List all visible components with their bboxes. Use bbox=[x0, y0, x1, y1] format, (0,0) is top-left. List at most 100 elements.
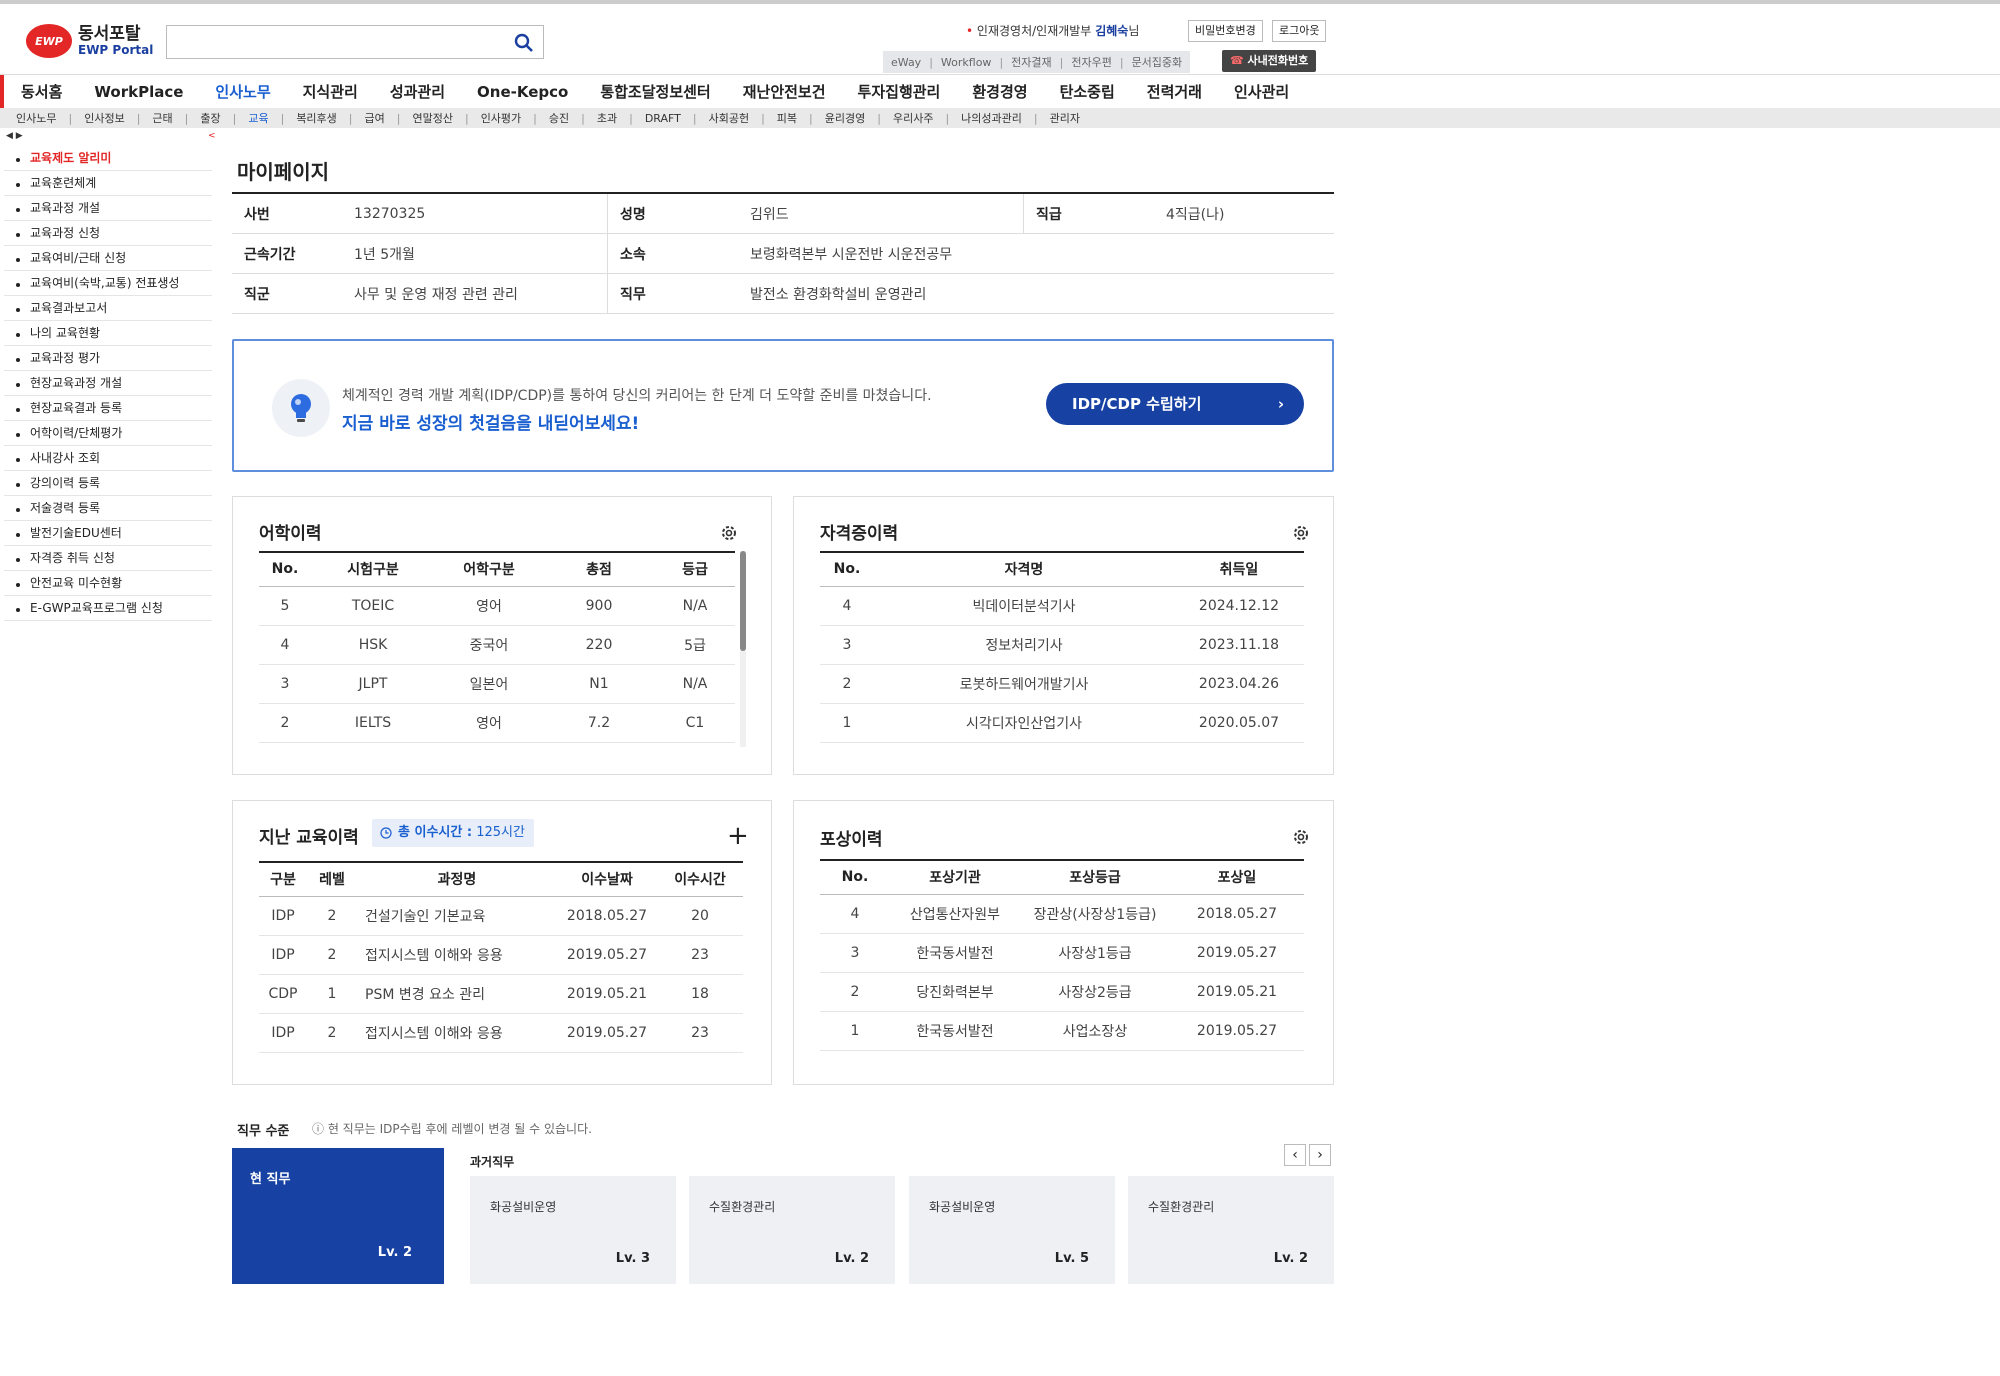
subnav-item-education[interactable]: 교육 bbox=[248, 110, 280, 126]
past-job-card[interactable]: 화공설비운영 Lv. 3 bbox=[470, 1176, 676, 1284]
table-row[interactable]: 3 JLPT 일본어 N1 N/A bbox=[259, 664, 735, 704]
gear-icon[interactable] bbox=[1291, 523, 1311, 543]
search-icon[interactable] bbox=[514, 33, 534, 53]
cell: 20 bbox=[657, 896, 743, 936]
sidebar-item[interactable]: 사내강사 조회 bbox=[4, 446, 212, 471]
table-row[interactable]: IDP 2 건설기술인 기본교육 2018.05.27 20 bbox=[259, 896, 743, 936]
portal-logo[interactable]: EWP 동서포탈 EWP Portal bbox=[26, 24, 153, 58]
sidebar-item[interactable]: 현장교육과정 개설 bbox=[4, 371, 212, 396]
sidebar-item[interactable]: 교육여비(숙박,교통) 전표생성 bbox=[4, 271, 212, 296]
sidebar-item[interactable]: 교육제도 알리미 bbox=[4, 146, 212, 171]
change-password-button[interactable]: 비밀번호변경 bbox=[1188, 20, 1263, 42]
next-arrow-button[interactable]: › bbox=[1309, 1144, 1331, 1166]
subnav-item[interactable]: 인사평가 bbox=[481, 110, 533, 126]
sidebar-item[interactable]: 나의 교육현황 bbox=[4, 321, 212, 346]
table-row[interactable]: 2 로봇하드웨어개발기사 2023.04.26 bbox=[820, 664, 1304, 704]
sidebar-item[interactable]: 발전기술EDU센터 bbox=[4, 521, 212, 546]
table-row[interactable]: 1 한국동서발전 사업소장상 2019.05.27 bbox=[820, 1011, 1304, 1051]
sidebar-item[interactable]: 자격증 취득 신청 bbox=[4, 546, 212, 571]
table-row[interactable]: 5 TOEIC 영어 900 N/A bbox=[259, 586, 735, 626]
prev-arrow-button[interactable]: ‹ bbox=[1284, 1144, 1306, 1166]
subnav-item[interactable]: 사회공헌 bbox=[709, 110, 761, 126]
table-row[interactable]: IDP 2 접지시스템 이해와 응용 2019.05.27 23 bbox=[259, 935, 743, 975]
subnav-item[interactable]: 복리후생 bbox=[296, 110, 348, 126]
subnav-item[interactable]: 초과 bbox=[597, 110, 629, 126]
logout-button[interactable]: 로그아웃 bbox=[1272, 20, 1327, 42]
sidebar-item[interactable]: 교육과정 평가 bbox=[4, 346, 212, 371]
table-row[interactable]: 2 당진화력본부 사장상2등급 2019.05.21 bbox=[820, 972, 1304, 1012]
subnav-item[interactable]: 급여 bbox=[365, 110, 397, 126]
current-job-card[interactable]: 현 직무 Lv. 2 bbox=[232, 1148, 444, 1284]
column-header: 레벨 bbox=[307, 861, 357, 897]
subnav-item[interactable]: 인사정보 bbox=[84, 110, 136, 126]
training-history-table: 구분 레벨 과정명 이수날짜 이수시간 IDP 2 건설기술인 기본교육 2018.0… bbox=[259, 861, 743, 1053]
sidebar-item[interactable]: 교육훈련체계 bbox=[4, 171, 212, 196]
nav-workplace[interactable]: WorkPlace bbox=[94, 83, 183, 101]
nav-performance[interactable]: 성과관리 bbox=[390, 81, 445, 102]
nav-investment[interactable]: 투자집행관리 bbox=[858, 81, 941, 102]
table-row[interactable]: 3 한국동서발전 사장상1등급 2019.05.27 bbox=[820, 933, 1304, 973]
sidebar-collapse-icon[interactable]: < bbox=[208, 131, 216, 141]
sidebar-item[interactable]: 어학이력/단체평가 bbox=[4, 421, 212, 446]
nav-home[interactable]: 동서홈 bbox=[21, 81, 62, 102]
table-row[interactable]: 4 빅데이터분석기사 2024.12.12 bbox=[820, 586, 1304, 626]
past-job-card[interactable]: 수질환경관리 Lv. 2 bbox=[689, 1176, 895, 1284]
table-row[interactable]: 2 IELTS 영어 7.2 C1 bbox=[259, 703, 735, 743]
subnav-item[interactable]: 인사노무 bbox=[16, 110, 68, 126]
quick-link-approval[interactable]: 전자결재 bbox=[1011, 54, 1051, 70]
sidebar-item[interactable]: E-GWP교육프로그램 신청 bbox=[4, 596, 212, 621]
nav-hr-management[interactable]: 인사관리 bbox=[1234, 81, 1289, 102]
quick-link-eway[interactable]: eWay bbox=[891, 56, 921, 69]
nav-safety[interactable]: 재난안전보건 bbox=[743, 81, 826, 102]
gear-icon[interactable] bbox=[719, 523, 739, 543]
idp-cdp-button[interactable]: IDP/CDP 수립하기 › bbox=[1046, 383, 1304, 425]
nav-procurement[interactable]: 통합조달정보센터 bbox=[600, 81, 710, 102]
subnav-item[interactable]: 출장 bbox=[200, 110, 232, 126]
phone-directory-button[interactable]: ☎ 사내전화번호 bbox=[1222, 50, 1317, 72]
nav-power-trade[interactable]: 전력거래 bbox=[1147, 81, 1202, 102]
past-job-card[interactable]: 화공설비운영 Lv. 5 bbox=[909, 1176, 1115, 1284]
table-row[interactable]: 1 시각디자인산업기사 2020.05.07 bbox=[820, 703, 1304, 743]
table-row[interactable]: IDP 2 접지시스템 이해와 응용 2019.05.27 23 bbox=[259, 1013, 743, 1053]
sidebar-item[interactable]: 교육과정 신청 bbox=[4, 221, 212, 246]
subnav-item[interactable]: 근태 bbox=[152, 110, 184, 126]
tenure-value: 1년 5개월 bbox=[342, 234, 608, 273]
table-row[interactable]: 4 산업통산자원부 장관상(사장상1등급) 2018.05.27 bbox=[820, 894, 1304, 934]
subnav-item[interactable]: 윤리경영 bbox=[825, 110, 877, 126]
scrollbar-thumb[interactable] bbox=[740, 551, 746, 651]
past-job-card[interactable]: 수질환경관리 Lv. 2 bbox=[1128, 1176, 1334, 1284]
sidebar-item[interactable]: 저술경력 등록 bbox=[4, 496, 212, 521]
certificate-history-table: No. 자격명 취득일 4 빅데이터분석기사 2024.12.12 3 정보처리기사 2… bbox=[820, 551, 1304, 743]
subnav-item[interactable]: 우리사주 bbox=[893, 110, 945, 126]
subnav-item[interactable]: 나의성과관리 bbox=[961, 110, 1034, 126]
nav-carbon[interactable]: 탄소중립 bbox=[1060, 81, 1115, 102]
sidebar-item[interactable]: 교육과정 개설 bbox=[4, 196, 212, 221]
table-row[interactable]: 3 정보처리기사 2023.11.18 bbox=[820, 625, 1304, 665]
quick-link-mail[interactable]: 전자우편 bbox=[1071, 54, 1111, 70]
nav-one-kepco[interactable]: One-Kepco bbox=[477, 83, 568, 101]
sidebar-item[interactable]: 강의이력 등록 bbox=[4, 471, 212, 496]
search-input[interactable] bbox=[166, 25, 544, 59]
cell: 2019.05.27 bbox=[1170, 1011, 1304, 1051]
sidebar-item[interactable]: 교육결과보고서 bbox=[4, 296, 212, 321]
table-header-row: No. 시험구분 어학구분 총점 등급 bbox=[259, 551, 735, 587]
nav-hr[interactable]: 인사노무 bbox=[215, 81, 270, 102]
sidebar-item[interactable]: 교육여비/근태 신청 bbox=[4, 246, 212, 271]
sidebar-toggle-arrows[interactable]: ◀ ▶ bbox=[6, 131, 23, 141]
subnav-item[interactable]: 승진 bbox=[549, 110, 581, 126]
gear-icon[interactable] bbox=[1291, 827, 1311, 847]
subnav-item[interactable]: 관리자 bbox=[1050, 110, 1092, 126]
nav-knowledge[interactable]: 지식관리 bbox=[303, 81, 358, 102]
quick-link-workflow[interactable]: Workflow bbox=[941, 56, 992, 69]
subnav-item[interactable]: DRAFT bbox=[645, 112, 693, 125]
quick-link-documents[interactable]: 문서집중화 bbox=[1132, 54, 1183, 70]
subnav-item[interactable]: 연말정산 bbox=[412, 110, 464, 126]
language-table-scrollbar[interactable] bbox=[740, 551, 746, 747]
add-training-icon[interactable]: + bbox=[727, 823, 749, 849]
sidebar-item[interactable]: 안전교육 미수현황 bbox=[4, 571, 212, 596]
sidebar-item[interactable]: 현장교육결과 등록 bbox=[4, 396, 212, 421]
nav-environment[interactable]: 환경경영 bbox=[972, 81, 1027, 102]
table-row[interactable]: 4 HSK 중국어 220 5급 bbox=[259, 625, 735, 665]
subnav-item[interactable]: 피복 bbox=[777, 110, 809, 126]
table-row[interactable]: CDP 1 PSM 변경 요소 관리 2019.05.21 18 bbox=[259, 974, 743, 1014]
